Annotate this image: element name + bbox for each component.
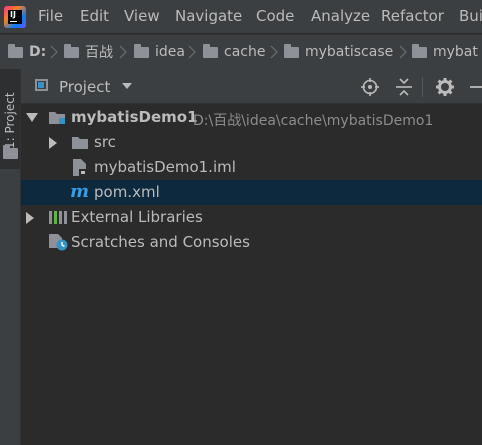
module-file-icon [73,159,87,176]
project-tree: mybatisDemo1 D:\百战\idea\cache\mybatisDem… [21,104,482,445]
tree-item-scratches[interactable]: Scratches and Consoles [21,230,482,255]
expand-arrow-icon[interactable] [49,137,57,149]
chevron-down-icon[interactable] [121,81,133,91]
menu-edit[interactable]: Edit [80,7,109,25]
toolwindow-title[interactable]: Project [59,78,110,96]
menu-refactor[interactable]: Refactor [381,7,444,25]
header-divider [422,77,423,97]
breadcrumb-mybatisdemo[interactable]: mybat [412,43,478,61]
tree-item-label: pom.xml [94,183,160,201]
tree-item-src[interactable]: src [21,130,482,155]
minimize-icon[interactable] [467,77,482,97]
project-tool-tab-label: 1: Project [3,92,17,149]
maven-icon: m [70,181,90,202]
tree-item-iml[interactable]: mybatisDemo1.iml [21,155,482,180]
breadcrumb-drive[interactable]: D: [8,43,46,61]
breadcrumb-idea[interactable]: idea [134,43,185,61]
menu-file[interactable]: File [38,7,63,25]
left-tool-strip: 1: Project [0,69,21,445]
folder-icon [134,43,149,58]
gear-icon[interactable] [435,77,455,97]
breadcrumb-label: mybat [433,44,478,60]
menu-navigate[interactable]: Navigate [175,7,242,25]
breadcrumb-mybatiscase[interactable]: mybatiscase [284,43,393,61]
folder-icon [284,43,299,58]
project-view-icon [35,79,48,91]
tree-item-root-module[interactable]: mybatisDemo1 D:\百战\idea\cache\mybatisDem… [21,105,482,130]
breadcrumb-separator-icon [188,45,196,59]
breadcrumb-separator-icon [50,45,58,59]
expand-arrow-icon[interactable] [26,113,38,122]
folder-icon [64,43,79,58]
breadcrumb-label: cache [224,44,266,60]
folder-icon [8,43,23,58]
tree-item-external-libraries[interactable]: External Libraries [21,205,482,230]
tree-item-label: src [94,133,116,151]
menu-code[interactable]: Code [256,7,294,25]
folder-icon [72,137,88,149]
breadcrumb-cache[interactable]: cache [203,43,265,61]
project-toolwindow-header: Project [21,69,482,104]
project-tool-tab[interactable]: 1: Project [0,69,20,169]
expand-arrow-icon[interactable] [26,212,34,224]
breadcrumb-baizhan[interactable]: 百战 [64,43,113,61]
scratches-icon [49,234,68,251]
intellij-logo-icon: IJ [4,6,26,28]
module-folder-icon [49,112,65,124]
tree-item-label: mybatisDemo1.iml [94,158,236,176]
folder-icon [3,145,18,159]
folder-icon [203,43,218,58]
breadcrumb-label: D: [29,44,47,60]
tree-item-label: mybatisDemo1 [71,108,198,126]
breadcrumb-separator-icon [119,45,127,59]
breadcrumb-label: 百战 [85,45,113,61]
menu-bar: IJ File Edit View Navigate Code Analyze … [0,0,482,33]
locate-target-icon[interactable] [360,77,380,97]
collapse-all-icon[interactable] [394,77,414,97]
breadcrumb: D: 百战 idea cache mybatiscase mybat [0,34,482,70]
menu-analyze[interactable]: Analyze [311,7,370,25]
breadcrumb-label: mybatiscase [305,44,394,60]
breadcrumb-label: idea [155,44,185,60]
breadcrumb-separator-icon [270,45,278,59]
folder-icon [412,43,427,58]
libraries-icon [49,211,67,224]
tree-item-label: Scratches and Consoles [71,233,250,251]
module-path: D:\百战\idea\cache\mybatisDemo1 [193,113,434,129]
tree-item-pom[interactable]: m pom.xml [21,180,482,205]
menu-view[interactable]: View [124,7,160,25]
menu-build[interactable]: Bui [459,7,482,25]
breadcrumb-separator-icon [399,45,407,59]
tree-item-label: External Libraries [71,208,203,226]
